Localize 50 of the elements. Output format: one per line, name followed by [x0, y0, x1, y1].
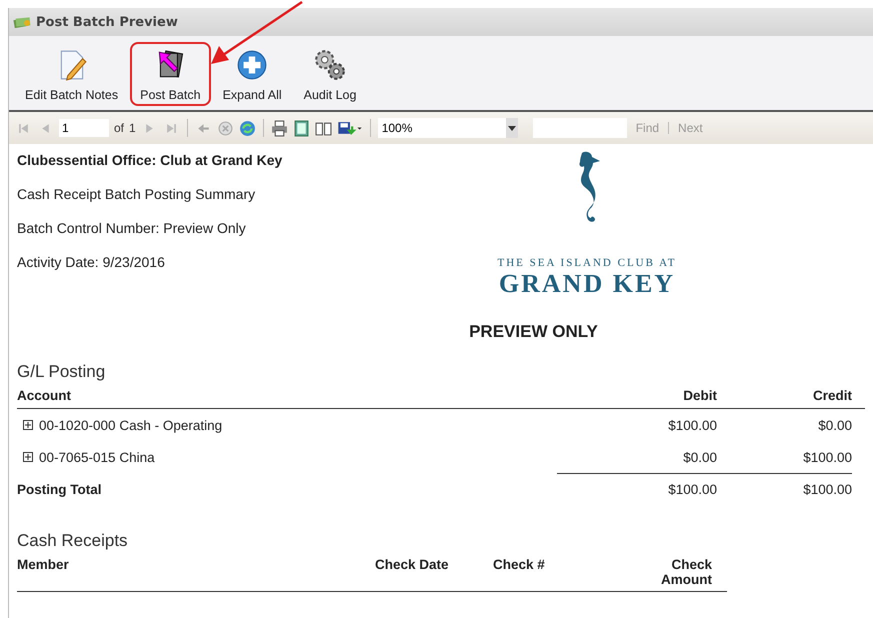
column-header: Check Date	[375, 557, 450, 574]
column-header: Check #	[493, 557, 546, 574]
book-icon[interactable]	[314, 120, 332, 136]
report-header-line: Activity Date: 9/23/2016	[17, 254, 166, 270]
table-cell-text: $0.00	[682, 450, 717, 464]
gears-icon	[313, 48, 348, 82]
of-label: of	[114, 121, 124, 135]
refresh-icon[interactable]	[238, 120, 256, 136]
section-title: Cash Receipts	[17, 531, 129, 551]
find-field[interactable]	[532, 118, 627, 138]
previous-page-icon[interactable]	[40, 122, 51, 134]
report-header-line: Cash Receipt Batch Posting Summary	[17, 186, 256, 202]
table-cell-text: $0.00	[817, 418, 852, 432]
report-header-line: Clubessential Office: Club at Grand Key	[17, 152, 284, 168]
column-header: Check Amount	[660, 557, 712, 587]
expand-toggle[interactable]	[23, 452, 33, 462]
table-cell: $100.00	[557, 473, 717, 497]
page-layout-icon[interactable]	[292, 120, 310, 136]
column-header: Credit	[812, 388, 852, 402]
table-cell: 00-7065-015 China	[39, 450, 155, 464]
zoom-dropdown[interactable]: 100%	[378, 118, 518, 138]
logo-name: GRAND KEY	[498, 269, 676, 299]
page-number-field[interactable]: 1	[59, 119, 109, 137]
column-header: Account	[17, 388, 72, 402]
stop-icon[interactable]	[216, 120, 234, 136]
first-page-icon[interactable]	[18, 122, 29, 134]
table-cell-text: $100.00	[667, 418, 717, 432]
column-header: Debit	[682, 388, 717, 402]
table-cell: 00-1020-000 Cash - Operating	[39, 418, 222, 432]
toolbar-button[interactable]: Audit Log	[294, 42, 366, 106]
report-header-line: Batch Control Number: Preview Only	[17, 220, 247, 236]
total-label: Posting Total	[17, 482, 102, 496]
save-dropdown-icon[interactable]	[336, 120, 363, 136]
table-cell: $100.00	[717, 473, 852, 497]
preview-label: PREVIEW ONLY	[468, 322, 599, 342]
section-title: G/L Posting	[17, 362, 106, 382]
toolbar-button[interactable]: Post Batch	[130, 42, 211, 106]
dropdown-arrow-icon	[508, 126, 516, 130]
last-page-icon[interactable]	[166, 122, 177, 134]
logo-tagline: THE SEA ISLAND CLUB AT	[497, 257, 677, 269]
expand-toggle[interactable]	[23, 420, 33, 430]
next-page-icon[interactable]	[144, 122, 155, 134]
window-title: Post Batch Preview	[36, 14, 178, 30]
money-icon	[13, 16, 31, 28]
column-header: Member	[17, 557, 70, 574]
table-cell-text: $100.00	[802, 450, 852, 464]
page-count: 1	[129, 121, 136, 135]
toolbar-button[interactable]: Edit Batch Notes	[15, 42, 128, 106]
print-icon[interactable]	[270, 120, 288, 136]
plus-circle-icon	[235, 48, 270, 82]
